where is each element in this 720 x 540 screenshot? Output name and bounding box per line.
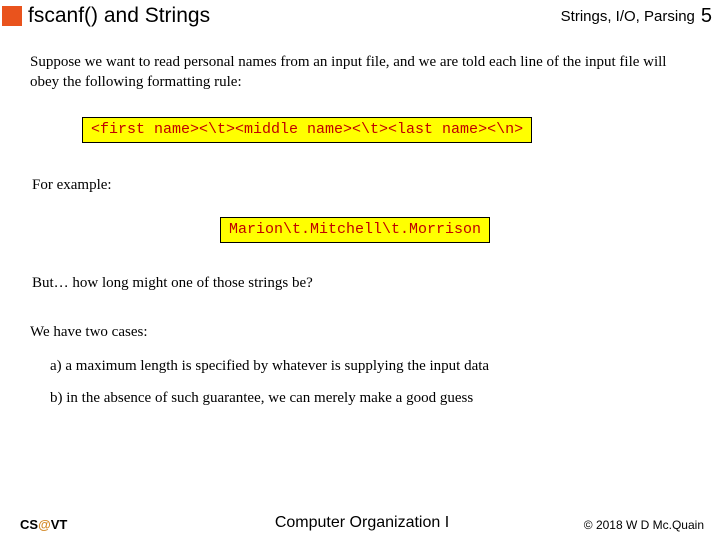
footer-right: © 2018 W D Mc.Quain	[476, 518, 708, 532]
cases-intro: We have two cases:	[30, 322, 696, 342]
breadcrumb: Strings, I/O, Parsing	[561, 8, 695, 25]
example-code: Marion\t.Mitchell\t.Morrison	[220, 217, 490, 243]
slide-title: fscanf() and Strings	[28, 4, 561, 28]
at-icon: @	[38, 517, 51, 532]
intro-text: Suppose we want to read personal names f…	[30, 52, 696, 93]
page-number: 5	[701, 5, 712, 28]
format-rule-box: <first name><\t><middle name><\t><last n…	[82, 117, 696, 143]
footer-cs: CS	[20, 517, 38, 532]
for-example-label: For example:	[32, 175, 696, 195]
case-a: a) a maximum length is specified by what…	[50, 356, 696, 376]
slide-footer: CS@VT Computer Organization I © 2018 W D…	[0, 514, 720, 532]
slide-body: Suppose we want to read personal names f…	[0, 34, 720, 408]
footer-vt: VT	[51, 517, 68, 532]
example-box: Marion\t.Mitchell\t.Morrison	[220, 217, 696, 243]
title-bullet-icon	[2, 6, 22, 26]
slide-header: fscanf() and Strings Strings, I/O, Parsi…	[0, 0, 720, 34]
question-text: But… how long might one of those strings…	[32, 273, 696, 293]
format-rule-code: <first name><\t><middle name><\t><last n…	[82, 117, 532, 143]
footer-center: Computer Organization I	[248, 514, 476, 532]
footer-left: CS@VT	[12, 517, 248, 532]
case-b: b) in the absence of such guarantee, we …	[50, 388, 696, 408]
